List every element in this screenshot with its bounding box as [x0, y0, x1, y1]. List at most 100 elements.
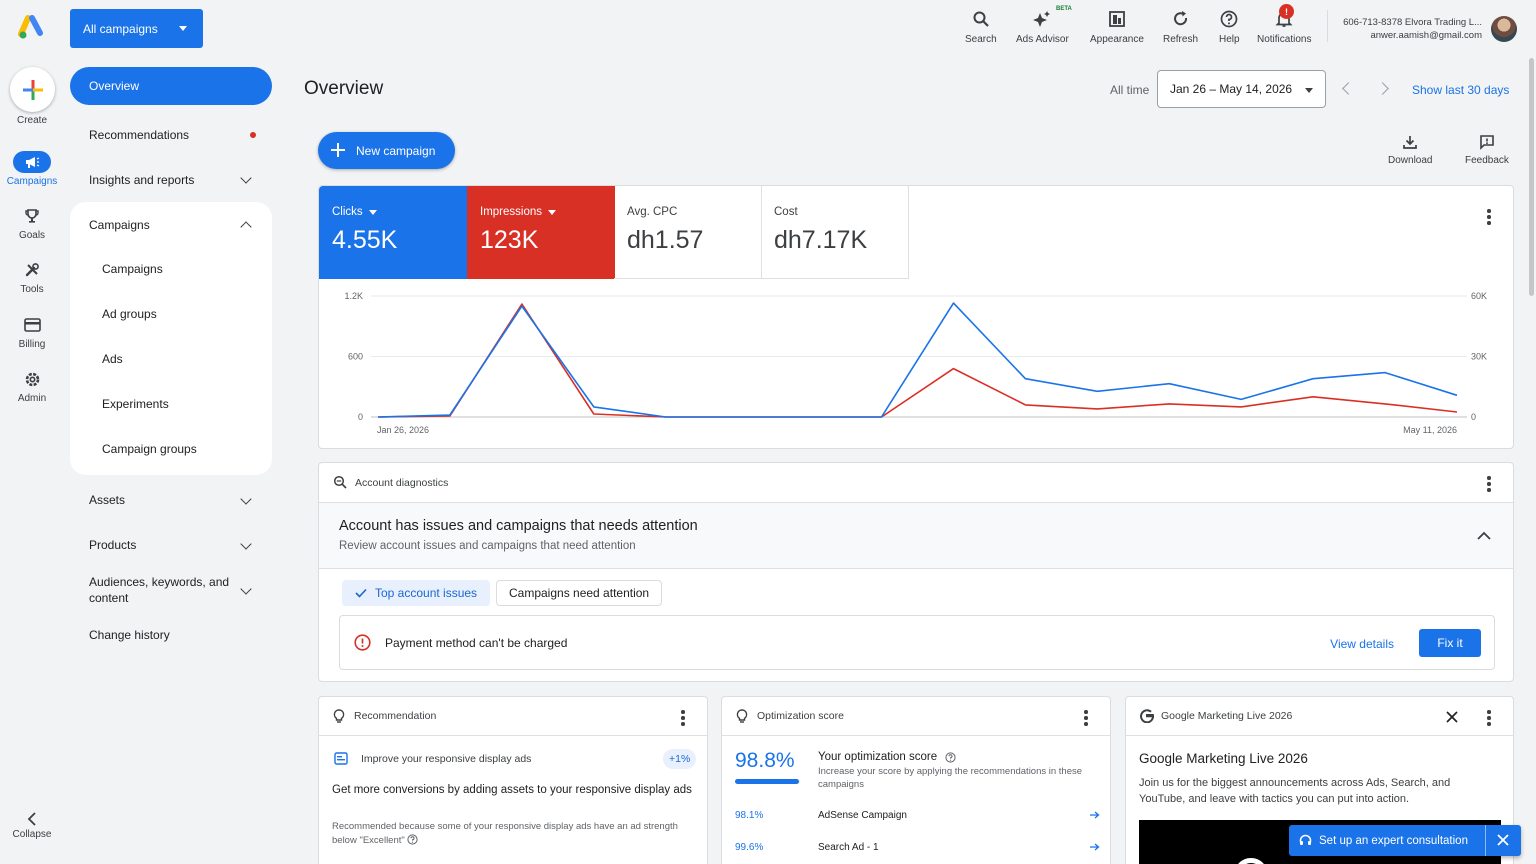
topbar-refresh-label: Refresh	[1163, 34, 1199, 45]
metric-avg-cpc[interactable]: Avg. CPC dh1.57	[614, 186, 762, 279]
help-icon[interactable]	[407, 833, 419, 845]
google-ads-logo-icon[interactable]	[18, 14, 46, 42]
optimization-score-fill	[735, 779, 800, 784]
caret-down-icon	[368, 209, 377, 215]
recommendation-title: Recommendation	[354, 710, 437, 722]
avatar[interactable]	[1491, 16, 1517, 42]
close-icon[interactable]	[1497, 834, 1509, 846]
gml-header: Google Marketing Live 2026	[1126, 697, 1513, 736]
sidenav-sub-campaign-groups[interactable]: Campaign groups	[70, 426, 272, 471]
account-info[interactable]: 606-713-8378 Elvora Trading L... anwer.a…	[1343, 16, 1482, 42]
show-last-30-days-link[interactable]: Show last 30 days	[1412, 83, 1509, 97]
sidenav-recommendations[interactable]: Recommendations	[70, 112, 272, 157]
optimization-desc: Increase your score by applying the reco…	[818, 766, 1083, 790]
gml-logo-mark	[1234, 858, 1268, 864]
check-icon	[355, 588, 367, 598]
appearance-icon	[1109, 11, 1125, 27]
chip-campaigns-need-attention-label: Campaigns need attention	[509, 586, 650, 600]
chip-top-account-issues[interactable]: Top account issues	[342, 580, 491, 606]
chip-campaigns-need-attention[interactable]: Campaigns need attention	[496, 580, 663, 606]
fix-it-button[interactable]: Fix it	[1419, 629, 1481, 657]
gml-more-icon[interactable]	[1487, 710, 1491, 726]
metric-impressions[interactable]: Impressions 123K	[467, 186, 615, 279]
plus-icon	[331, 143, 345, 157]
sidenav-audiences-label: Audiences, keywords, and content	[89, 575, 230, 606]
chevron-up-icon	[240, 221, 252, 233]
feedback-button[interactable]: Feedback	[1465, 134, 1509, 166]
side-nav: Overview Recommendations Insights and re…	[70, 67, 272, 658]
sidenav-overview[interactable]: Overview	[70, 67, 272, 105]
page-scrollbar[interactable]	[1529, 58, 1534, 296]
chevron-left-icon	[27, 812, 36, 826]
chevron-up-icon[interactable]	[1477, 531, 1491, 540]
next-period-icon[interactable]	[1376, 82, 1389, 95]
help-icon	[1220, 10, 1238, 28]
account-diagnostics-card: Account diagnostics Account has issues a…	[318, 462, 1514, 682]
topbar-notifications[interactable]: ! Notifications	[1257, 4, 1311, 45]
rail-item-tools[interactable]: Tools	[0, 259, 64, 295]
sidenav-change-history[interactable]: Change history	[70, 613, 272, 658]
rail-item-billing[interactable]: Billing	[0, 314, 64, 350]
sidenav-campaigns[interactable]: Campaigns	[70, 202, 272, 247]
sidenav-sub-experiments[interactable]: Experiments	[70, 381, 272, 426]
topbar-search[interactable]: Search	[965, 8, 997, 45]
help-icon[interactable]	[945, 751, 956, 763]
chart-more-icon[interactable]	[1487, 209, 1491, 225]
line-chart: 0 0 600 30K 1.2K 60K Jan 26, 2026 May 11, 2026	[344, 291, 1487, 435]
expert-consultation-label: Set up an expert consultation	[1319, 834, 1468, 847]
optimization-score-card: Optimization score 98.8% Your optimizati…	[721, 696, 1111, 864]
caret-down-icon	[1305, 88, 1313, 93]
topbar-ads-advisor[interactable]: BETA Ads Advisor	[1016, 6, 1072, 45]
recommendation-item[interactable]: Improve your responsive display ads	[334, 752, 531, 765]
diagnostics-summary[interactable]: Account has issues and campaigns that ne…	[319, 503, 1513, 569]
collapse-button[interactable]: Collapse	[0, 812, 64, 840]
topbar-appearance[interactable]: Appearance	[1090, 8, 1144, 45]
view-details-link[interactable]: View details	[1330, 637, 1394, 651]
rail-item-campaigns[interactable]: Campaigns	[0, 151, 64, 187]
y-right-tick-label: 60K	[1471, 291, 1487, 301]
optimization-row[interactable]: 99.6% Search Ad - 1	[735, 839, 1100, 855]
new-campaign-button[interactable]: New campaign	[318, 132, 455, 169]
recommendation-headline[interactable]: Get more conversions by adding assets to…	[332, 782, 692, 798]
topbar-help-label: Help	[1219, 34, 1240, 45]
metric-avg-cpc-label: Avg. CPC	[627, 206, 678, 218]
plus-icon	[22, 79, 43, 100]
rail-item-admin[interactable]: Admin	[0, 368, 64, 404]
sidenav-audiences[interactable]: Audiences, keywords, and content	[70, 568, 272, 613]
recommendation-item-text: Improve your responsive display ads	[361, 752, 532, 765]
topbar-help[interactable]: Help	[1219, 8, 1240, 45]
metric-clicks[interactable]: Clicks 4.55K	[319, 186, 467, 279]
metric-cost-label: Cost	[774, 206, 798, 218]
all-campaigns-dropdown[interactable]: All campaigns	[70, 9, 203, 48]
sidenav-insights[interactable]: Insights and reports	[70, 157, 272, 202]
sidenav-sub-ads[interactable]: Ads	[70, 337, 272, 382]
megaphone-icon	[26, 157, 40, 168]
metric-cost[interactable]: Cost dh7.17K	[761, 186, 909, 279]
topbar-refresh[interactable]: Refresh	[1163, 8, 1198, 45]
recommendation-header: Recommendation	[319, 697, 707, 736]
expert-consultation-button[interactable]: Set up an expert consultation	[1289, 825, 1521, 856]
create-button[interactable]	[10, 67, 55, 112]
arrow-right-icon	[1090, 811, 1100, 819]
rail-item-goals[interactable]: Goals	[0, 205, 64, 241]
gear-icon	[25, 372, 39, 386]
issue-row[interactable]: Payment method can't be charged View det…	[339, 615, 1495, 670]
chevron-down-icon	[240, 172, 252, 184]
sidenav-products[interactable]: Products	[70, 523, 272, 568]
date-range-picker[interactable]: Jan 26 – May 14, 2026	[1157, 70, 1326, 108]
download-button[interactable]: Download	[1388, 134, 1432, 166]
close-icon[interactable]	[1446, 711, 1458, 723]
metric-clicks-label: Clicks	[332, 206, 363, 218]
sidenav-insights-label: Insights and reports	[89, 172, 195, 187]
optimization-more-icon[interactable]	[1084, 710, 1088, 726]
diagnostics-more-icon[interactable]	[1487, 476, 1491, 492]
sidenav-sub-ad-groups[interactable]: Ad groups	[70, 292, 272, 337]
optimization-row-pct: 99.6%	[735, 841, 764, 853]
sidenav-sub-campaigns[interactable]: Campaigns	[70, 247, 272, 292]
optimization-row[interactable]: 98.1% AdSense Campaign	[735, 807, 1100, 823]
sidenav-assets[interactable]: Assets	[70, 478, 272, 523]
uplift-badge: +1%	[663, 749, 697, 769]
recommendation-more-icon[interactable]	[681, 710, 685, 726]
topbar-ads-advisor-label: Ads Advisor	[1016, 34, 1069, 45]
prev-period-icon[interactable]	[1342, 82, 1355, 95]
